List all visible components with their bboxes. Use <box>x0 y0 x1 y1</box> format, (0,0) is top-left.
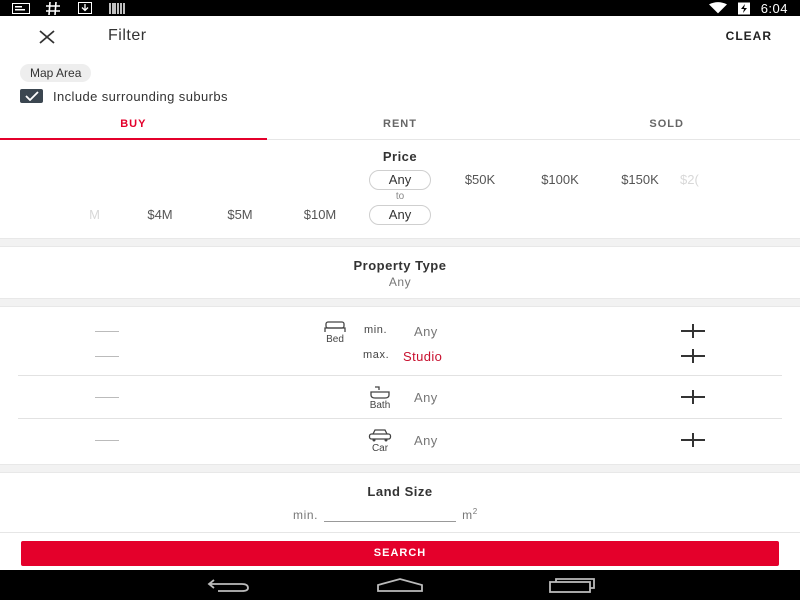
home-icon <box>377 578 423 592</box>
price-max-option[interactable]: M <box>60 207 100 222</box>
listing-type-tabs: BUY RENT SOLD <box>0 110 800 140</box>
bed-min-increment-button[interactable] <box>681 324 705 338</box>
page-title: Filter <box>108 27 147 44</box>
price-title: Price <box>382 149 418 164</box>
bath-value: Any <box>414 390 438 405</box>
close-button[interactable] <box>36 26 58 48</box>
search-bar-container: SEARCH <box>0 532 800 570</box>
tab-buy[interactable]: BUY <box>0 110 267 140</box>
property-type-section[interactable]: Property Type Any <box>0 248 800 298</box>
status-bar: 6:04 <box>0 0 800 16</box>
hashtag-icon <box>44 1 62 15</box>
car-value: Any <box>414 433 438 448</box>
price-max-option[interactable]: $10M <box>285 207 355 222</box>
wifi-icon <box>708 2 727 14</box>
land-size-section: Land Size min. m2 <box>0 474 800 532</box>
bed-min-decrement-button[interactable] <box>95 331 119 332</box>
bath-increment-button[interactable] <box>681 390 705 404</box>
checkmark-icon <box>24 91 39 101</box>
notification-message-icon <box>12 2 30 14</box>
section-divider <box>0 238 800 247</box>
recents-button[interactable] <box>548 575 596 595</box>
include-surrounding-label: Include surrounding suburbs <box>53 88 228 104</box>
property-type-value: Any <box>388 275 412 289</box>
property-type-title: Property Type <box>353 258 447 273</box>
close-icon <box>39 30 55 44</box>
price-to-label: to <box>395 191 405 202</box>
system-nav-bar <box>0 570 800 600</box>
price-section: Price Any $50K $100K $150K $2( to M $4M … <box>0 141 800 238</box>
car-label: Car <box>371 443 389 454</box>
bath-label: Bath <box>369 400 391 411</box>
price-min-option[interactable]: $2( <box>680 172 720 187</box>
land-size-title: Land Size <box>367 484 433 499</box>
car-increment-button[interactable] <box>681 433 705 447</box>
price-min-option-any[interactable]: Any <box>369 170 431 190</box>
tab-sold[interactable]: SOLD <box>533 110 800 139</box>
bed-max-decrement-button[interactable] <box>95 356 119 357</box>
download-icon <box>76 2 94 14</box>
bed-icon <box>324 321 346 332</box>
car-decrement-button[interactable] <box>95 440 119 441</box>
battery-charging-icon <box>735 2 753 14</box>
bath-icon-group: Bath <box>360 386 400 411</box>
price-min-option[interactable]: $50K <box>445 172 515 187</box>
price-max-option[interactable]: $5M <box>205 207 275 222</box>
clear-button[interactable]: CLEAR <box>726 29 772 43</box>
home-button[interactable] <box>376 575 424 595</box>
search-button[interactable]: SEARCH <box>21 541 779 566</box>
land-size-min-input[interactable] <box>324 510 457 522</box>
include-surrounding-row: Include surrounding suburbs <box>20 87 228 105</box>
section-divider <box>0 298 800 307</box>
land-size-unit: m2 <box>462 507 478 522</box>
bath-decrement-button[interactable] <box>95 397 119 398</box>
back-button[interactable] <box>205 575 253 595</box>
include-surrounding-checkbox[interactable] <box>20 89 43 103</box>
status-left-icons <box>12 1 126 15</box>
row-divider <box>18 375 782 376</box>
status-right-icons: 6:04 <box>708 0 788 16</box>
bed-label: Bed <box>326 334 344 345</box>
price-min-option[interactable]: $100K <box>525 172 595 187</box>
recents-icon <box>549 578 595 593</box>
back-icon <box>207 579 249 592</box>
barcode-icon <box>108 2 126 14</box>
bed-max-increment-button[interactable] <box>681 349 705 363</box>
bed-icon-group: Bed <box>315 321 355 345</box>
map-area-chip[interactable]: Map Area <box>20 64 92 82</box>
bath-icon <box>370 386 390 399</box>
row-divider <box>18 418 782 419</box>
land-size-min-label: min. <box>293 508 319 522</box>
price-max-option[interactable]: $4M <box>125 207 195 222</box>
bed-max-label: max. <box>363 349 390 361</box>
room-counters: Bed min. Any max. Studio Bath Any Car An… <box>0 308 800 464</box>
bed-max-value: Studio <box>403 349 443 364</box>
car-icon <box>368 429 392 442</box>
section-divider <box>0 464 800 473</box>
tab-rent[interactable]: RENT <box>267 110 534 139</box>
price-max-option-any[interactable]: Any <box>369 205 431 225</box>
bed-min-value: Any <box>414 324 438 339</box>
land-size-min-row: min. m2 <box>293 507 478 522</box>
app-header: Filter CLEAR <box>0 16 800 56</box>
price-min-option[interactable]: $150K <box>605 172 675 187</box>
bed-min-label: min. <box>364 324 388 336</box>
status-time: 6:04 <box>760 0 788 16</box>
car-icon-group: Car <box>360 429 400 454</box>
